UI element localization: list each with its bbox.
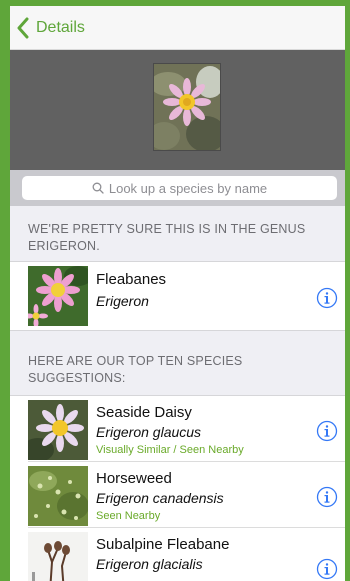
info-circle-icon[interactable] bbox=[316, 486, 338, 508]
genus-row-fleabanes[interactable]: Fleabanes Erigeron bbox=[10, 262, 345, 330]
info-circle-icon[interactable] bbox=[316, 287, 338, 309]
species-tag: Visually Similar / Seen Nearby bbox=[96, 444, 244, 456]
species-section-header: HERE ARE OUR TOP TEN SPECIES SUGGESTIONS… bbox=[10, 330, 345, 396]
species-row[interactable]: Subalpine Fleabane Erigeron glacialis bbox=[10, 528, 345, 581]
species-suggestion-screen: Details Look up a species by name WE'RE … bbox=[10, 6, 345, 581]
species-common-name: Seaside Daisy bbox=[96, 404, 192, 421]
search-icon bbox=[92, 182, 104, 194]
search-placeholder: Look up a species by name bbox=[108, 180, 268, 196]
observation-photo-header bbox=[10, 50, 345, 170]
species-search-input[interactable]: Look up a species by name bbox=[22, 176, 337, 200]
info-circle-icon[interactable] bbox=[316, 558, 338, 580]
genus-common-name: Fleabanes bbox=[96, 271, 167, 288]
species-scientific-name: Erigeron glacialis bbox=[96, 556, 203, 572]
genus-scientific-name: Erigeron bbox=[96, 293, 149, 309]
species-thumbnail bbox=[28, 532, 88, 581]
species-tag: Seen Nearby bbox=[96, 510, 161, 522]
species-row[interactable]: Horseweed Erigeron canadensis Seen Nearb… bbox=[10, 462, 345, 528]
genus-section-header: WE'RE PRETTY SURE THIS IS IN THE GENUS E… bbox=[10, 206, 345, 262]
chevron-left-icon bbox=[17, 17, 29, 39]
back-button-label: Details bbox=[36, 19, 85, 36]
navigation-bar: Details bbox=[10, 6, 345, 50]
species-row[interactable]: Seaside Daisy Erigeron glaucus Visually … bbox=[10, 396, 345, 462]
species-thumbnail bbox=[28, 466, 88, 526]
observation-photo[interactable] bbox=[153, 63, 221, 151]
genus-thumbnail bbox=[28, 266, 88, 326]
species-common-name: Subalpine Fleabane bbox=[96, 536, 230, 553]
species-common-name: Horseweed bbox=[96, 470, 172, 487]
info-circle-icon[interactable] bbox=[316, 420, 338, 442]
species-scientific-name: Erigeron glaucus bbox=[96, 424, 202, 440]
back-button[interactable]: Details bbox=[16, 17, 85, 39]
species-thumbnail bbox=[28, 400, 88, 460]
search-bar-container: Look up a species by name bbox=[10, 170, 345, 206]
species-scientific-name: Erigeron canadensis bbox=[96, 490, 224, 506]
